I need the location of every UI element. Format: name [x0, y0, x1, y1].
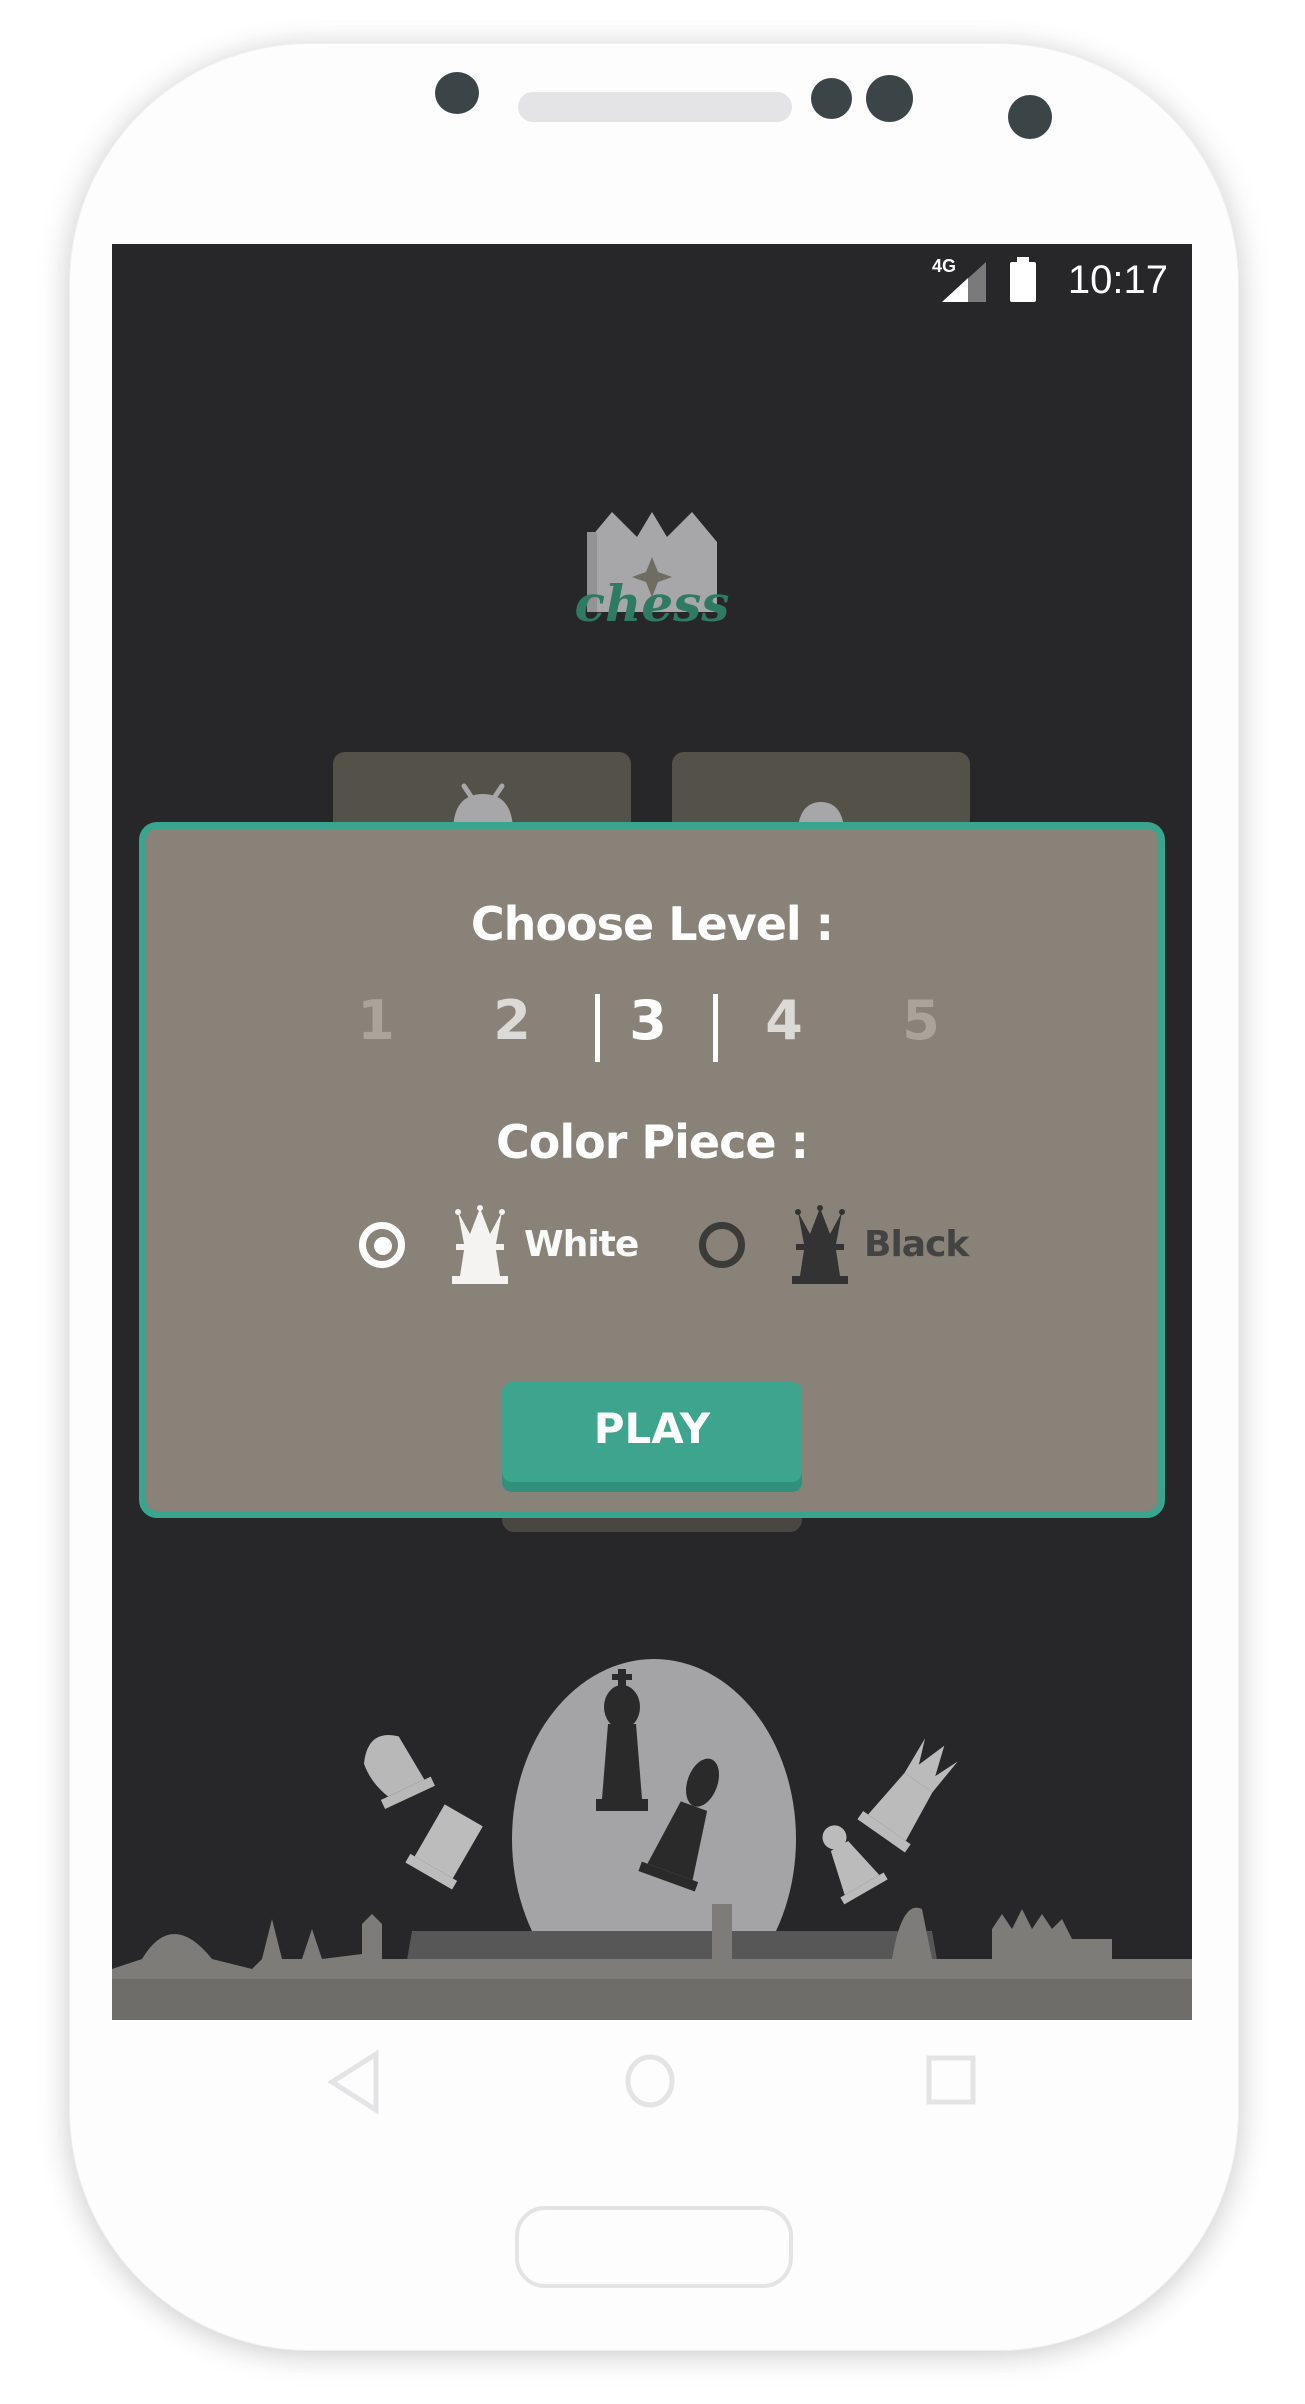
white-queen-piece [857, 1738, 958, 1853]
level-option-5[interactable]: 5 [891, 989, 951, 1052]
back-icon[interactable] [326, 2050, 382, 2114]
choose-level-title: Choose Level : [470, 897, 834, 951]
white-knight-piece [363, 1735, 435, 1809]
clock: 10:17 [1067, 258, 1168, 302]
white-rook-piece [405, 1804, 483, 1890]
sensor-dot [866, 75, 913, 122]
level-option-3-selected[interactable]: 3 [618, 989, 678, 1052]
level-option-2[interactable]: 2 [482, 989, 542, 1052]
play-button[interactable]: PLAY [502, 1382, 802, 1482]
sensor-dot [811, 78, 852, 119]
white-color-radio[interactable] [359, 1222, 405, 1268]
sensor-dot [1008, 95, 1052, 139]
level-selection-divider [713, 994, 718, 1062]
app-logo-text: chess [574, 574, 730, 633]
front-camera [435, 72, 479, 114]
black-queen-icon [792, 1205, 848, 1284]
earpiece-speaker [518, 92, 792, 122]
new-game-dialog: Choose Level : 1 2 3 4 5 Color Piece : W… [139, 822, 1165, 1518]
screen: 4G 10:17 chess SETTINGS Choose Level : 1… [112, 244, 1192, 2020]
level-option-1[interactable]: 1 [346, 989, 406, 1052]
hardware-home-button[interactable] [515, 2206, 793, 2288]
chess-skyline-illustration [112, 1659, 1192, 2020]
status-bar: 4G 10:17 [112, 244, 1192, 314]
white-label[interactable]: White [524, 1224, 639, 1265]
signal-icon [942, 262, 986, 302]
level-option-4[interactable]: 4 [754, 989, 814, 1052]
home-icon[interactable] [622, 2052, 678, 2110]
black-color-radio[interactable] [699, 1222, 745, 1268]
recents-icon[interactable] [925, 2054, 977, 2106]
black-label[interactable]: Black [864, 1224, 969, 1265]
ground [112, 1979, 1192, 2020]
level-selection-divider [595, 994, 600, 1062]
color-piece-title: Color Piece : [496, 1115, 809, 1169]
battery-full-icon [1010, 257, 1036, 302]
white-queen-icon [452, 1205, 508, 1284]
